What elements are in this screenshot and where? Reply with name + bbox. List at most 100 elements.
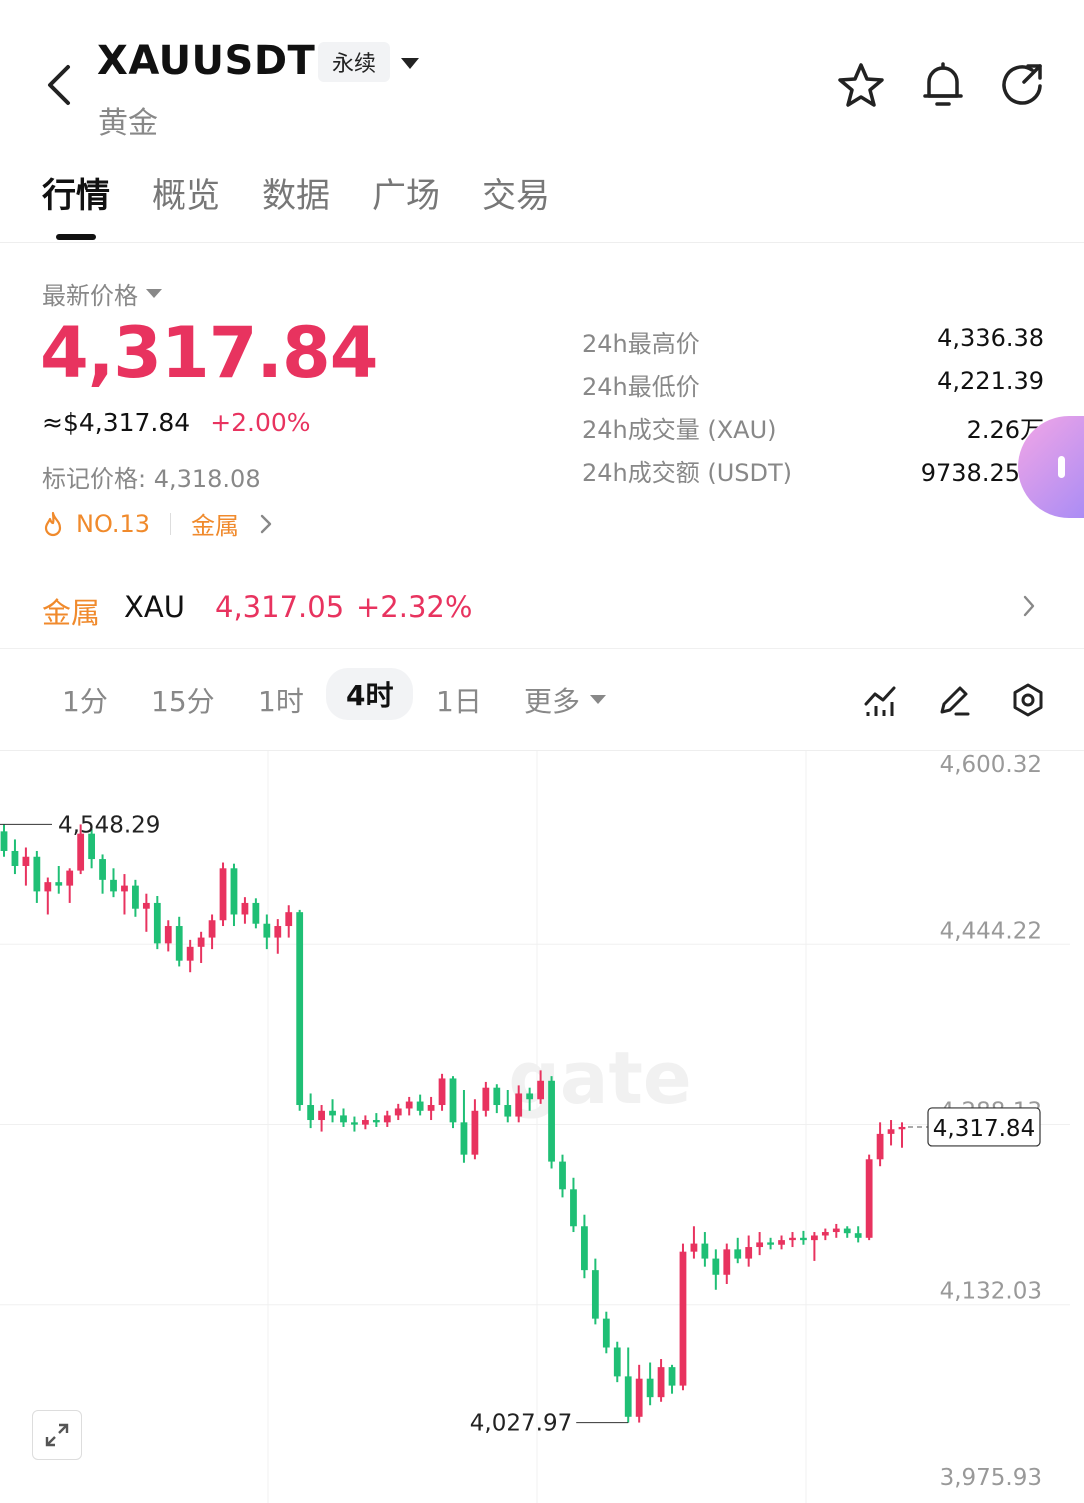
candle-body [44,882,52,892]
candle-body [361,1120,369,1125]
tab-data[interactable]: 数据 [262,168,330,217]
candle-body [460,1122,468,1155]
candle-body [734,1249,742,1259]
interval-1h[interactable]: 1时 [258,680,304,720]
metal-index-row[interactable]: 金属 XAU 4,317.05 +2.32% [0,568,1084,649]
mark-price: 标记价格: 4,318.08 [42,465,261,493]
candle-body [854,1233,862,1238]
interval-1d[interactable]: 1日 [436,680,482,720]
candle-body [285,912,293,927]
indicator-icon[interactable] [860,680,900,720]
candle-body [405,1101,413,1109]
candle-body [230,868,238,915]
y-tick-label: 4,444.22 [940,918,1042,944]
last-price: 4,317.84 [40,312,378,394]
interval-bar: 1分 15分 1时 4时 1日 更多 [0,660,1084,751]
perpetual-badge[interactable]: 永续 [318,42,390,82]
interval-4h[interactable]: 4时 [326,668,414,720]
latest-price-selector[interactable]: 最新价格 [42,276,162,311]
candle-body [624,1376,632,1417]
candle-body [810,1235,818,1241]
candle-body [307,1105,315,1121]
metal-symbol: XAU [124,590,185,624]
candle-body [537,1080,545,1100]
interval-15m[interactable]: 15分 [151,680,215,720]
candlestick-chart[interactable]: gate 4,600.324,444.224,288.134,132.033,9… [0,751,1084,1503]
chevron-right-icon [260,514,272,533]
candle-body [372,1120,380,1123]
metal-change: +2.32% [356,590,473,624]
tab-overview[interactable]: 概览 [152,168,220,217]
alert-bell-icon[interactable] [918,60,968,110]
candle-body [613,1347,621,1377]
candle-body [668,1367,676,1386]
y-tick-label: 4,600.32 [940,752,1042,778]
share-icon[interactable] [998,60,1048,110]
candle-body [11,850,19,866]
candle-body [646,1378,654,1398]
candle-body [164,926,172,944]
candle-body [898,1126,906,1130]
tab-square[interactable]: 广场 [372,168,440,217]
usd-equivalent: ≈$4,317.84 [42,408,191,437]
candle-body [832,1228,840,1233]
candle-body [175,926,183,961]
candle-body [274,926,282,938]
candle-body [712,1258,720,1275]
interval-1m[interactable]: 1分 [62,680,108,720]
candle-body [482,1087,490,1111]
favorite-star-icon[interactable] [836,60,886,110]
candle-body [22,856,30,866]
candle-body [635,1378,643,1417]
symbol-subtitle: 黄金 [98,106,158,141]
symbol-dropdown-icon[interactable] [398,54,422,74]
candle-body [99,859,106,880]
candle-body [778,1240,785,1245]
category-label: 金属 [191,512,240,540]
candle-body [548,1080,555,1162]
candle-body [602,1318,610,1348]
candle-body [745,1247,753,1259]
candle-body [208,920,216,938]
candle-body [515,1093,523,1117]
candle-body [296,912,304,1106]
fullscreen-expand-icon[interactable] [32,1410,82,1460]
tab-market[interactable]: 行情 [42,168,110,217]
rank-label: NO.13 [76,509,151,538]
back-icon[interactable] [38,60,78,110]
stat-low: 24h最低价 4,221.39 [582,367,1044,401]
section-tabs: 行情 概览 数据 广场 交易 [0,160,1084,243]
candle-body [701,1243,709,1259]
interval-more[interactable]: 更多 [524,680,607,720]
candle-body [0,831,8,851]
candle-body [132,885,139,909]
candle-body [679,1251,687,1386]
candle-body [55,882,63,886]
caret-down-icon [590,695,607,704]
candle-body [219,868,227,921]
rank-category-row[interactable]: NO.13 金属 [42,506,273,541]
candle-body [33,856,41,892]
candle-body [570,1189,577,1227]
candle-body [767,1242,774,1245]
candle-body [789,1237,796,1241]
chart-settings-icon[interactable] [1008,680,1048,720]
tab-trade[interactable]: 交易 [482,168,550,217]
candle-body [876,1133,884,1160]
candle-body [438,1078,446,1106]
caret-down-icon [146,288,162,298]
latest-price-label: 最新价格 [42,282,138,310]
candle-body [756,1242,764,1248]
candle-body [843,1228,851,1234]
low-price-label: 4,027.97 [470,1411,572,1437]
flame-icon [44,511,62,536]
candle-body [77,833,85,871]
price-change: +2.00% [210,408,311,437]
metal-category: 金属 [42,596,101,630]
y-tick-label: 3,975.93 [940,1465,1042,1491]
candle-body [690,1243,698,1252]
divider [170,512,172,535]
draw-pen-icon[interactable] [934,680,974,720]
candle-body [383,1115,391,1123]
stat-volume: 24h成交量 (XAU) 2.26万 [582,416,1044,444]
